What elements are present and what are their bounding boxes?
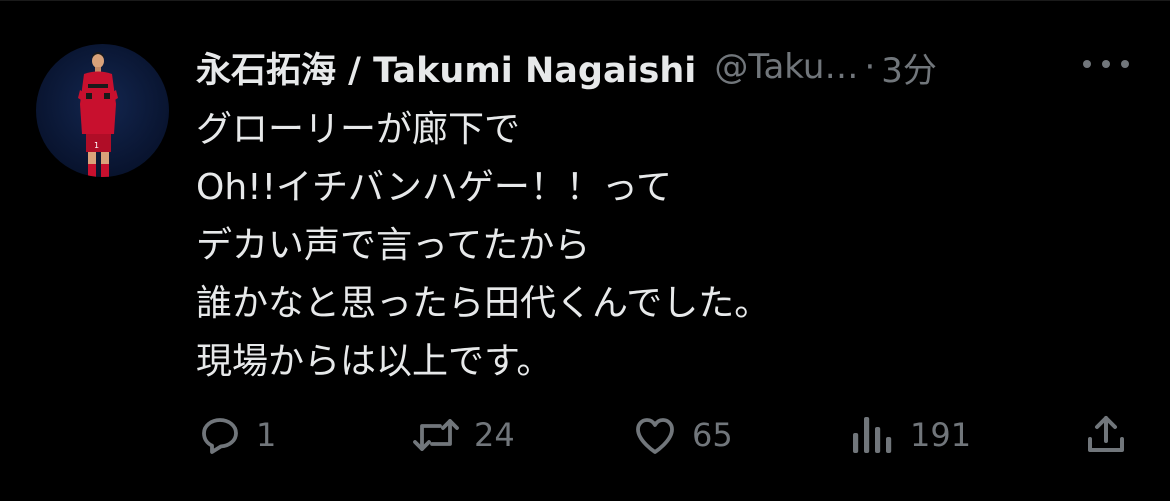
retweet-button[interactable]: 24 (410, 407, 515, 463)
more-dot (1083, 60, 1091, 68)
display-name[interactable]: 永石拓海 / Takumi Nagaishi (196, 42, 696, 93)
tweet-text-line: 現場からは以上です。 (196, 341, 553, 382)
action-bar: 1 24 65 191 (196, 407, 1136, 463)
retweet-count: 24 (474, 416, 515, 454)
views-count: 191 (910, 416, 972, 454)
tweet-text-line: デカい声で言ってたから (196, 225, 591, 266)
reply-button[interactable]: 1 (196, 407, 276, 463)
reply-icon (196, 411, 244, 459)
tweet-text-line: グローリーが廊下で (196, 109, 521, 150)
avatar[interactable]: 1 (36, 44, 169, 177)
more-dot (1102, 60, 1110, 68)
tweet-text-line: Oh!!イチバンハゲー！！って (196, 167, 673, 208)
user-handle[interactable]: @Taku… (714, 47, 858, 87)
tweet-text-line: 誰かなと思ったら田代くんでした。 (196, 283, 771, 324)
more-dot (1121, 60, 1129, 68)
share-icon (1082, 411, 1130, 459)
tweet-text: グローリーが廊下で Oh!!イチバンハゲー！！って デカい声で言ってたから 誰か… (196, 101, 1096, 391)
like-button[interactable]: 65 (630, 407, 733, 463)
more-horizontal-icon[interactable] (1083, 49, 1129, 79)
analytics-icon (848, 411, 894, 459)
tweet-header: 永石拓海 / Takumi Nagaishi @Taku… · 3分 (196, 39, 1056, 95)
heart-icon (630, 411, 680, 459)
separator-dot: · (864, 47, 876, 87)
timestamp[interactable]: 3分 (881, 43, 937, 92)
like-count: 65 (692, 416, 733, 454)
reply-count: 1 (256, 416, 277, 454)
views-button[interactable]: 191 (848, 407, 971, 463)
svg-text:1: 1 (94, 141, 99, 150)
tweet[interactable]: 1 永石拓海 / Takumi Nagaishi @Taku… · 3分 グロー… (0, 0, 1170, 501)
retweet-icon (410, 411, 462, 459)
share-button[interactable] (1082, 407, 1130, 463)
